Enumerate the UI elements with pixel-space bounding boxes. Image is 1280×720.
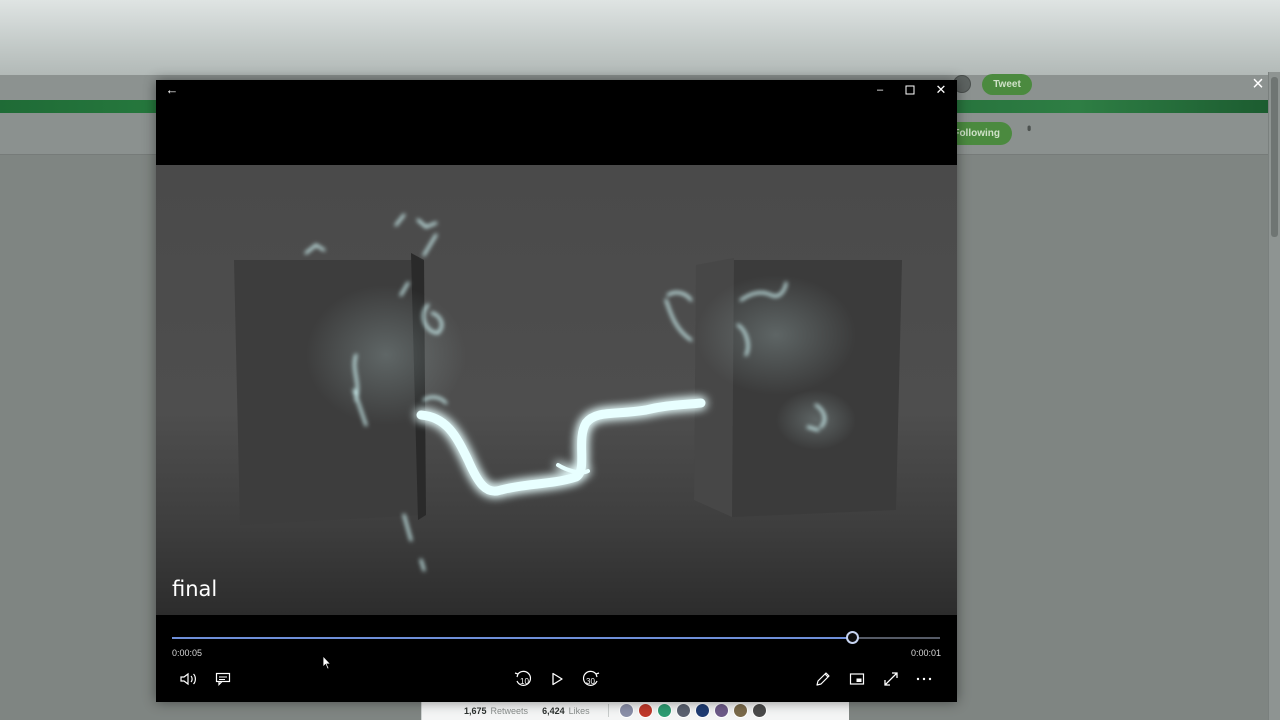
play-icon[interactable] <box>542 667 572 691</box>
background-more-icon[interactable]: ••• <box>1022 125 1036 129</box>
more-options-icon[interactable] <box>909 667 939 691</box>
retweets-label: Retweets <box>490 705 529 716</box>
liker-avatar[interactable] <box>732 703 748 718</box>
mouse-cursor-icon <box>322 654 332 675</box>
seek-bar[interactable] <box>172 631 940 644</box>
edit-pencil-icon[interactable] <box>808 667 838 691</box>
video-scene-image <box>234 213 902 572</box>
likers-divider <box>607 704 609 717</box>
liker-avatars <box>618 703 771 718</box>
seek-bar-thumb[interactable] <box>846 631 860 644</box>
liker-avatar[interactable] <box>637 703 653 718</box>
captions-icon[interactable] <box>208 667 238 691</box>
skip-forward-label: 30 <box>586 677 595 686</box>
player-titlebar: ← – ✕ <box>156 80 957 100</box>
video-frame[interactable]: final <box>156 165 957 615</box>
background-tweet-stats: 1,675 Retweets 6,424 Likes <box>421 700 849 720</box>
browser-background-top <box>0 0 1280 75</box>
liker-avatar[interactable] <box>694 703 710 718</box>
liker-avatar[interactable] <box>751 703 767 718</box>
likes-count: 6,424 <box>542 705 565 716</box>
mini-view-icon[interactable] <box>842 667 872 691</box>
time-elapsed: 0:00:05 <box>172 648 203 658</box>
liker-avatar[interactable] <box>675 703 691 718</box>
fullscreen-icon[interactable] <box>876 667 906 691</box>
time-remaining: 0:00:01 <box>910 648 941 658</box>
page-scrollbar-thumb[interactable] <box>1271 77 1278 237</box>
liker-avatar[interactable] <box>656 703 672 718</box>
close-icon[interactable]: ✕ <box>926 80 956 100</box>
background-tweet-button[interactable]: Tweet <box>982 74 1032 95</box>
media-player-window: ← – ✕ final 0:00:05 0:00:01 10 30 <box>156 80 957 702</box>
playback-controls: 0:00:05 0:00:01 10 30 <box>156 615 957 702</box>
liker-avatar[interactable] <box>618 703 634 718</box>
seek-bar-progress <box>172 637 853 639</box>
retweets-count: 1,675 <box>464 705 487 716</box>
maximize-icon[interactable] <box>895 80 925 100</box>
skip-back-10-icon[interactable]: 10 <box>508 667 538 691</box>
minimize-icon[interactable]: – <box>865 80 895 100</box>
skip-forward-30-icon[interactable]: 30 <box>576 667 606 691</box>
video-title: final <box>172 577 218 601</box>
likes-label: Likes <box>568 705 590 716</box>
skip-back-label: 10 <box>520 677 529 686</box>
back-arrow-icon[interactable]: ← <box>157 80 187 100</box>
liker-avatar[interactable] <box>713 703 729 718</box>
volume-icon[interactable] <box>174 667 204 691</box>
lightbox-close-icon[interactable]: × <box>1249 74 1267 94</box>
